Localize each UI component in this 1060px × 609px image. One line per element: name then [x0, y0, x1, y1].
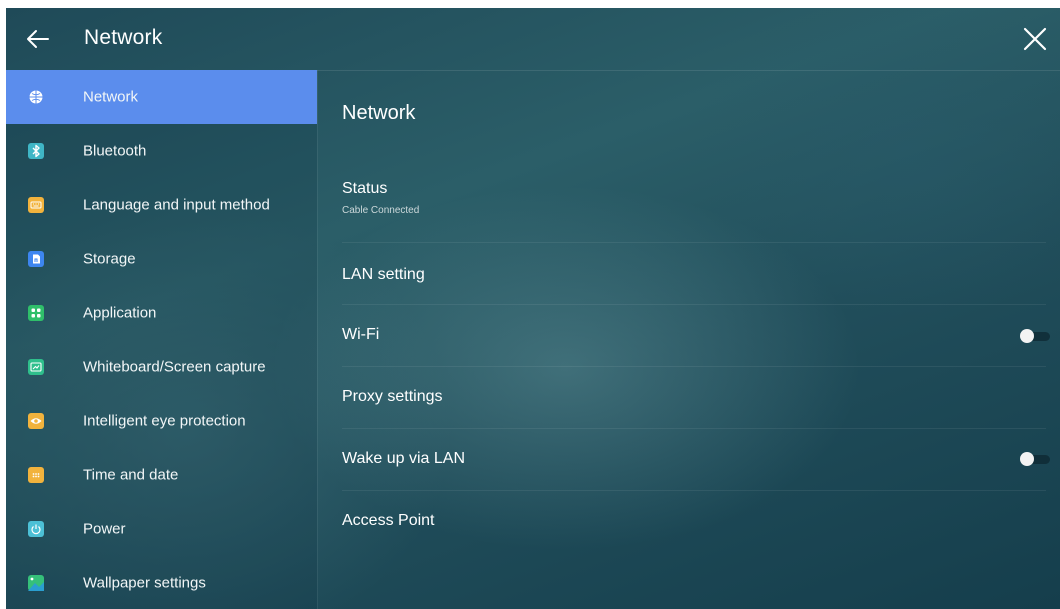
- arrow-left-icon: [27, 30, 49, 48]
- sidebar-item-label: Wallpaper settings: [83, 574, 206, 592]
- access-point-label: Access Point: [342, 512, 435, 529]
- calendar-icon: [28, 467, 44, 483]
- top-bar: Network: [6, 8, 1060, 71]
- power-icon: [28, 521, 44, 537]
- close-button[interactable]: [1022, 26, 1048, 52]
- sidebar-item-bluetooth[interactable]: Bluetooth: [6, 124, 317, 178]
- wifi-toggle[interactable]: [1020, 329, 1050, 343]
- sidebar-item-storage[interactable]: Storage: [6, 232, 317, 286]
- apps-grid-icon: [28, 305, 44, 321]
- page-title: Network: [84, 26, 163, 49]
- status-value: Cable Connected: [342, 205, 420, 216]
- wifi-row[interactable]: Wi-Fi: [342, 304, 1050, 367]
- sidebar-item-label: Storage: [83, 250, 136, 268]
- section-title: Network: [342, 102, 416, 124]
- sidebar-item-label: Whiteboard/Screen capture: [83, 358, 266, 376]
- storage-icon: [28, 251, 44, 267]
- wake-on-lan-label: Wake up via LAN: [342, 450, 466, 467]
- toggle-knob: [1020, 329, 1034, 343]
- network-settings-panel: Network Status Cable Connected LAN setti…: [318, 70, 1060, 609]
- toggle-knob: [1020, 452, 1034, 466]
- sidebar-item-label: Intelligent eye protection: [83, 412, 246, 430]
- sidebar-item-time-date[interactable]: Time and date: [6, 448, 317, 502]
- eye-icon: [28, 413, 44, 429]
- image-icon: [28, 575, 44, 591]
- wifi-label: Wi-Fi: [342, 326, 380, 343]
- close-icon: [1023, 27, 1047, 51]
- sidebar-item-label: Power: [83, 520, 126, 538]
- sidebar-item-network[interactable]: Network: [6, 70, 317, 124]
- sidebar-item-whiteboard[interactable]: Whiteboard/Screen capture: [6, 340, 317, 394]
- keyboard-icon: [28, 197, 44, 213]
- access-point-row[interactable]: Access Point: [342, 490, 1046, 552]
- sidebar-item-label: Application: [83, 304, 157, 322]
- sidebar-item-wallpaper[interactable]: Wallpaper settings: [6, 556, 317, 609]
- sidebar-item-application[interactable]: Application: [6, 286, 317, 340]
- screen-capture-icon: [28, 359, 44, 375]
- sidebar-item-label: Language and input method: [83, 196, 270, 214]
- status-row[interactable]: Status Cable Connected: [342, 164, 1046, 243]
- sidebar-item-label: Bluetooth: [83, 142, 147, 160]
- sidebar-item-power[interactable]: Power: [6, 502, 317, 556]
- sidebar-item-language[interactable]: Language and input method: [6, 178, 317, 232]
- sidebar-item-label: Network: [83, 88, 139, 106]
- settings-screen: Network Network Bluetooth Language and i…: [6, 8, 1060, 609]
- status-label: Status: [342, 180, 388, 197]
- sidebar-item-label: Time and date: [83, 466, 179, 484]
- wake-on-lan-row[interactable]: Wake up via LAN: [342, 428, 1050, 491]
- sidebar-item-eye-protection[interactable]: Intelligent eye protection: [6, 394, 317, 448]
- lan-setting-row[interactable]: LAN setting: [342, 242, 1046, 305]
- bluetooth-icon: [28, 143, 44, 159]
- sidebar: Network Bluetooth Language and input met…: [6, 70, 317, 609]
- proxy-settings-label: Proxy settings: [342, 388, 443, 405]
- wake-on-lan-toggle[interactable]: [1020, 452, 1050, 466]
- lan-setting-label: LAN setting: [342, 266, 425, 283]
- globe-icon: [28, 89, 44, 105]
- back-button[interactable]: [24, 25, 52, 53]
- proxy-settings-row[interactable]: Proxy settings: [342, 366, 1046, 429]
